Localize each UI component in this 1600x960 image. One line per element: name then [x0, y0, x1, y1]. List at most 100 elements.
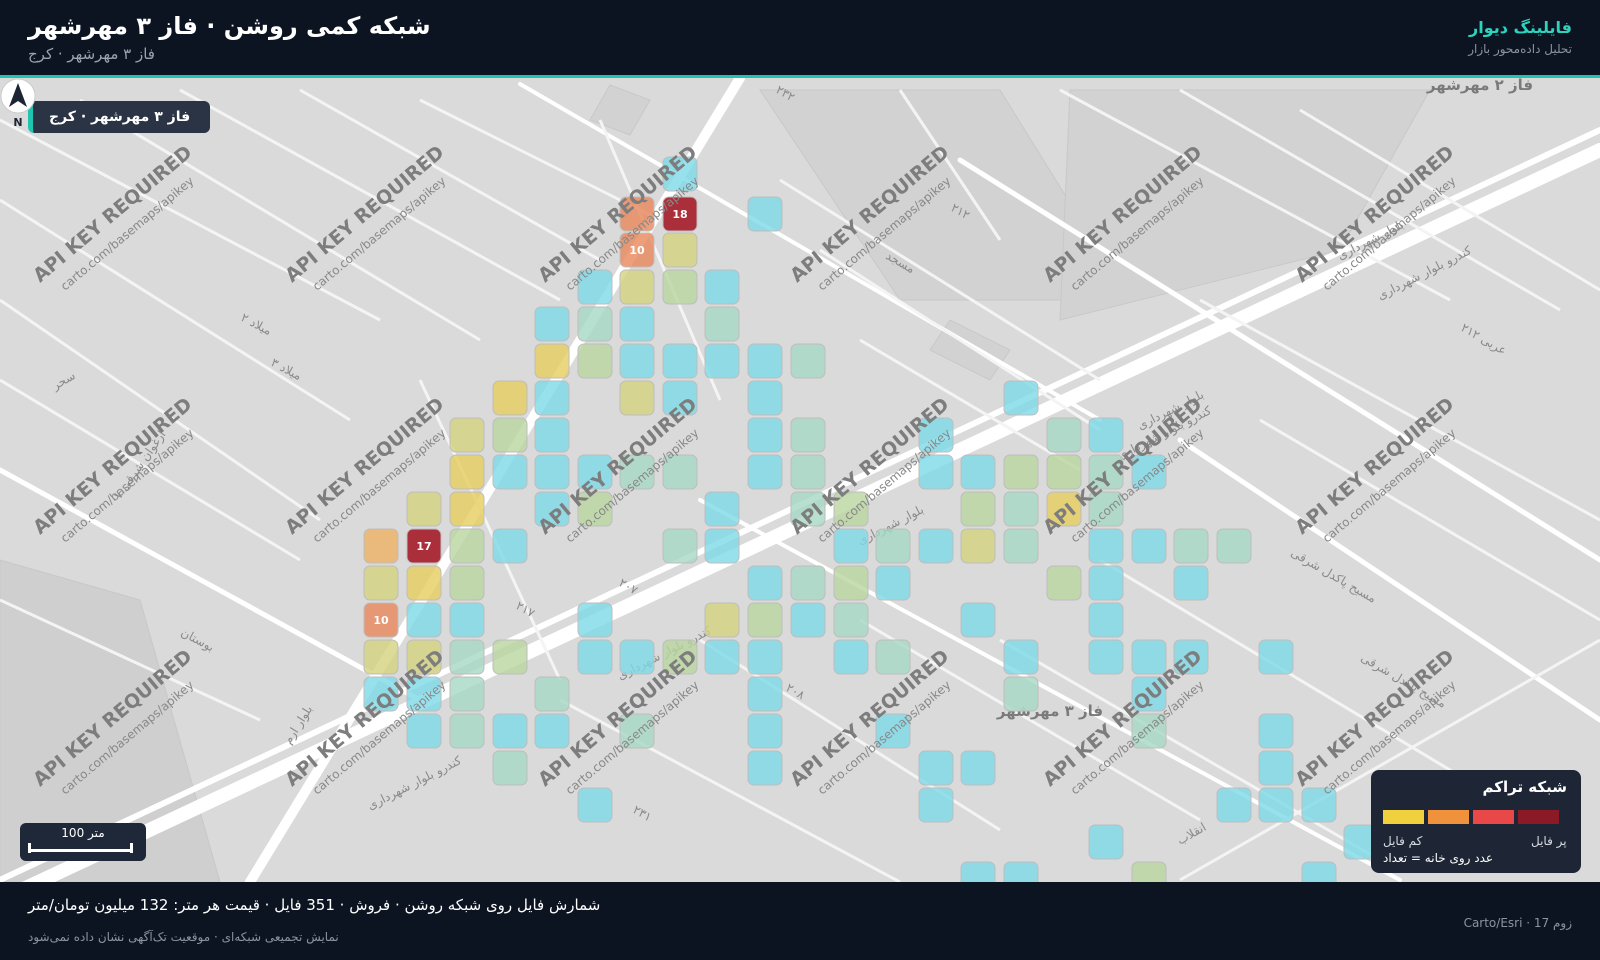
- grid-cell[interactable]: [1003, 528, 1039, 564]
- grid-cell[interactable]: [534, 343, 570, 379]
- grid-cell[interactable]: [960, 454, 996, 490]
- grid-cell[interactable]: [1003, 676, 1039, 712]
- grid-cell[interactable]: [875, 528, 911, 564]
- map-canvas[interactable]: بلوار شهرداری کندرو بلوار شهرداری بلوار …: [0, 78, 1600, 882]
- grid-cell[interactable]: [662, 343, 698, 379]
- grid-cell[interactable]: [662, 269, 698, 305]
- grid-cell[interactable]: [747, 676, 783, 712]
- grid-cell[interactable]: [833, 602, 869, 638]
- grid-cell[interactable]: [1003, 454, 1039, 490]
- grid-cell[interactable]: [1216, 528, 1252, 564]
- grid-cell[interactable]: [960, 491, 996, 527]
- grid-cell[interactable]: [1258, 787, 1294, 823]
- grid-cell[interactable]: [1131, 528, 1167, 564]
- grid-cell[interactable]: [449, 417, 485, 453]
- grid-cell[interactable]: [790, 417, 826, 453]
- grid-cell[interactable]: [577, 787, 613, 823]
- grid-cell[interactable]: [960, 750, 996, 786]
- grid-cell[interactable]: [577, 639, 613, 675]
- grid-cell[interactable]: [1088, 824, 1124, 860]
- grid-cell[interactable]: [619, 639, 655, 675]
- grid-cell[interactable]: [704, 639, 740, 675]
- grid-cell[interactable]: [577, 343, 613, 379]
- grid-cell[interactable]: [1088, 417, 1124, 453]
- grid-cell[interactable]: [1003, 380, 1039, 416]
- grid-cell[interactable]: [492, 417, 528, 453]
- grid-cell[interactable]: [619, 343, 655, 379]
- grid-cell[interactable]: [704, 343, 740, 379]
- grid-cell[interactable]: [1088, 565, 1124, 601]
- grid-cell[interactable]: [918, 750, 954, 786]
- grid-cell[interactable]: [1003, 861, 1039, 882]
- grid-cell[interactable]: [704, 602, 740, 638]
- grid-cell[interactable]: [619, 269, 655, 305]
- grid-cell[interactable]: [577, 306, 613, 342]
- grid-cell[interactable]: [1216, 787, 1252, 823]
- grid-cell[interactable]: [1131, 639, 1167, 675]
- grid-cell[interactable]: [363, 528, 399, 564]
- grid-cell[interactable]: [960, 528, 996, 564]
- grid-cell[interactable]: [363, 565, 399, 601]
- grid-cell[interactable]: [704, 528, 740, 564]
- grid-cell[interactable]: [1003, 491, 1039, 527]
- grid-cell[interactable]: [918, 787, 954, 823]
- grid-cell[interactable]: [492, 750, 528, 786]
- grid-cell[interactable]: [790, 343, 826, 379]
- grid-cell[interactable]: [406, 565, 442, 601]
- grid-cell[interactable]: [790, 565, 826, 601]
- grid-cell[interactable]: [1046, 565, 1082, 601]
- grid-cell[interactable]: [534, 454, 570, 490]
- grid-cell[interactable]: [449, 602, 485, 638]
- grid-cell[interactable]: [577, 602, 613, 638]
- grid-cell[interactable]: [1131, 861, 1167, 882]
- grid-cell[interactable]: [406, 491, 442, 527]
- grid-cell[interactable]: [492, 639, 528, 675]
- grid-cell[interactable]: [1258, 713, 1294, 749]
- grid-cell[interactable]: [747, 602, 783, 638]
- grid-cell[interactable]: [1046, 454, 1082, 490]
- grid-cell[interactable]: [875, 639, 911, 675]
- grid-cell[interactable]: [534, 306, 570, 342]
- compass-icon[interactable]: N: [0, 78, 36, 128]
- grid-cell[interactable]: [449, 528, 485, 564]
- grid-cell[interactable]: [662, 528, 698, 564]
- grid-cell[interactable]: [1173, 528, 1209, 564]
- grid-cell[interactable]: [747, 639, 783, 675]
- grid-cell[interactable]: [747, 380, 783, 416]
- grid-cell[interactable]: [960, 602, 996, 638]
- grid-cell[interactable]: [833, 565, 869, 601]
- grid-cell[interactable]: [960, 861, 996, 882]
- grid-cell[interactable]: [790, 454, 826, 490]
- grid-cell[interactable]: [449, 565, 485, 601]
- grid-cell[interactable]: [833, 639, 869, 675]
- grid-cell[interactable]: [1088, 602, 1124, 638]
- grid-cell[interactable]: [449, 713, 485, 749]
- grid-cell[interactable]: [704, 491, 740, 527]
- grid-cell[interactable]: [747, 343, 783, 379]
- grid-cell[interactable]: [492, 380, 528, 416]
- grid-cell[interactable]: [449, 676, 485, 712]
- grid-cell[interactable]: [534, 676, 570, 712]
- grid-cell[interactable]: [1258, 639, 1294, 675]
- grid-cell[interactable]: [534, 417, 570, 453]
- grid-cell[interactable]: [875, 565, 911, 601]
- grid-cell[interactable]: [1088, 639, 1124, 675]
- grid-cell[interactable]: [492, 713, 528, 749]
- grid-cell[interactable]: [1046, 417, 1082, 453]
- grid-cell[interactable]: [747, 454, 783, 490]
- grid-cell[interactable]: [747, 196, 783, 232]
- grid-cell[interactable]: [747, 417, 783, 453]
- grid-cell[interactable]: [662, 232, 698, 268]
- grid-cell[interactable]: [534, 713, 570, 749]
- grid-cell[interactable]: [747, 565, 783, 601]
- grid-cell[interactable]: [1258, 750, 1294, 786]
- grid-cell[interactable]: [492, 454, 528, 490]
- grid-cell[interactable]: [747, 750, 783, 786]
- grid-cell[interactable]: [534, 380, 570, 416]
- grid-cell[interactable]: [918, 528, 954, 564]
- grid-cell[interactable]: [747, 713, 783, 749]
- grid-cell[interactable]: [449, 639, 485, 675]
- grid-cell[interactable]: [1301, 861, 1337, 882]
- grid-cell[interactable]: [619, 306, 655, 342]
- grid-cell[interactable]: [704, 306, 740, 342]
